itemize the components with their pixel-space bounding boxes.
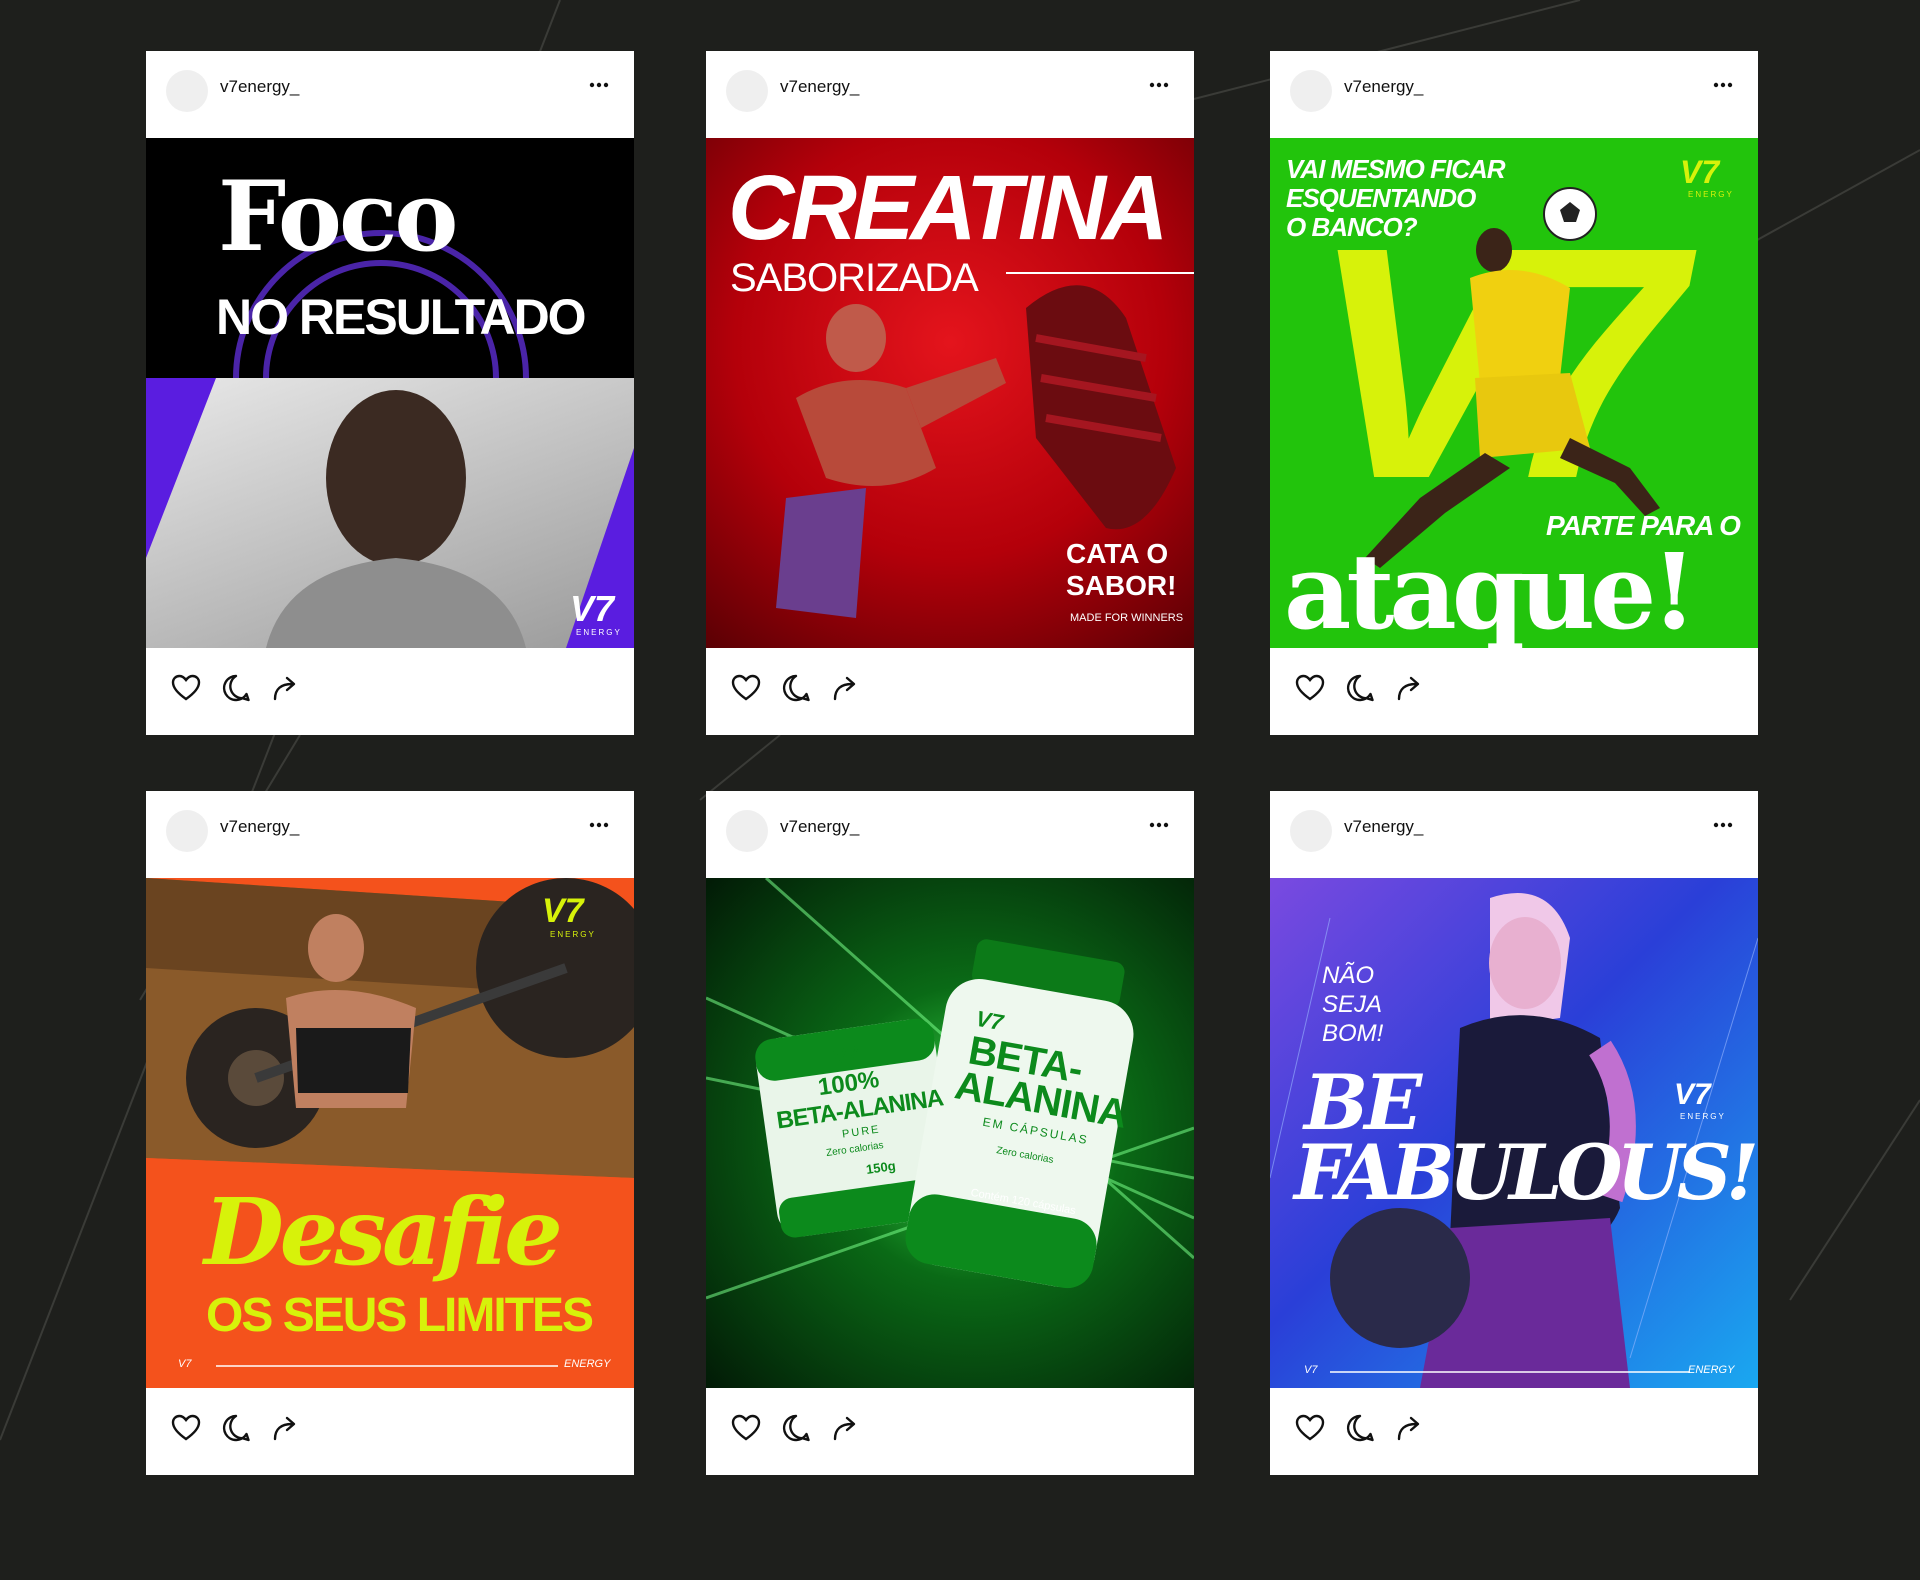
avatar[interactable] (166, 810, 208, 852)
heart-icon[interactable] (1294, 672, 1326, 704)
headline-line-2: FABULOUS! (1294, 1128, 1758, 1217)
post-headline: CREATINA (728, 157, 1168, 259)
question-line-1: VAI MESMO FICAR (1286, 154, 1506, 184)
avatar[interactable] (1290, 810, 1332, 852)
more-icon[interactable] (1148, 78, 1170, 92)
share-icon[interactable] (1394, 672, 1426, 704)
heart-icon[interactable] (170, 672, 202, 704)
comment-icon[interactable] (780, 1412, 812, 1444)
tag-small: MADE FOR WINNERS (1070, 612, 1184, 624)
post-header: v7energy_ (146, 791, 634, 878)
brand-logo: V7 (1680, 154, 1720, 190)
heart-icon[interactable] (730, 1412, 762, 1444)
username[interactable]: v7energy_ (1344, 817, 1423, 837)
avatar[interactable] (726, 70, 768, 112)
post-image[interactable]: V7 VAI MESMO FICAR ESQUENTANDO O BANCO? … (1270, 138, 1758, 648)
post-header: v7energy_ (706, 791, 1194, 878)
share-icon[interactable] (1394, 1412, 1426, 1444)
post-headline: Desafie (204, 1178, 563, 1286)
brand-logo-sub: ENERGY (550, 930, 596, 939)
username[interactable]: v7energy_ (220, 77, 299, 97)
post-card-2: v7energy_ CREATINA SABORIZADA CATA O SAB… (706, 51, 1194, 735)
comment-icon[interactable] (220, 672, 252, 704)
comment-icon[interactable] (1344, 672, 1376, 704)
avatar[interactable] (1290, 70, 1332, 112)
brand-logo-sub: ENERGY (1688, 190, 1734, 199)
more-icon[interactable] (1712, 818, 1734, 832)
brand-logo-sub: ENERGY (576, 628, 622, 637)
post-subheadline: OS SEUS LIMITES (206, 1289, 594, 1342)
footer-right: ENERGY (564, 1358, 611, 1370)
comment-icon[interactable] (220, 1412, 252, 1444)
footer-left: V7 (1304, 1364, 1318, 1376)
post-header: v7energy_ (146, 51, 634, 138)
share-icon[interactable] (270, 672, 302, 704)
tag-line-1: CATA O (1066, 538, 1169, 569)
post-header: v7energy_ (1270, 51, 1758, 138)
post-image[interactable]: CREATINA SABORIZADA CATA O SABOR! MADE F… (706, 138, 1194, 648)
small-line-2: SEJA (1322, 991, 1383, 1018)
small-line-1: NÃO (1322, 962, 1375, 989)
footer-right: ENERGY (1688, 1364, 1735, 1376)
jar1-logo: V7 (830, 1041, 861, 1070)
share-icon[interactable] (830, 672, 862, 704)
small-line-3: BOM! (1322, 1020, 1384, 1047)
post-subheadline: SABORIZADA (730, 256, 979, 300)
post-subheadline: NO RESULTADO (216, 289, 587, 345)
username[interactable]: v7energy_ (1344, 77, 1423, 97)
share-icon[interactable] (270, 1412, 302, 1444)
heart-icon[interactable] (1294, 1412, 1326, 1444)
post-image[interactable]: NÃO SEJA BOM! BE FABULOUS! V7 ENERGY V7 … (1270, 878, 1758, 1388)
share-icon[interactable] (830, 1412, 862, 1444)
more-icon[interactable] (588, 818, 610, 832)
post-card-4: v7energy_ V7 ENERGY Desafie OS SEUS LIMI… (146, 791, 634, 1475)
post-image[interactable]: Foco NO RESULTADO V7 ENERGY (146, 138, 634, 648)
post-actions (1294, 672, 1494, 708)
username[interactable]: v7energy_ (780, 817, 859, 837)
brand-logo: V7 (570, 588, 615, 629)
post-actions (730, 672, 930, 708)
heart-icon[interactable] (730, 672, 762, 704)
post-header: v7energy_ (1270, 791, 1758, 878)
more-icon[interactable] (1148, 818, 1170, 832)
avatar[interactable] (726, 810, 768, 852)
heart-icon[interactable] (170, 1412, 202, 1444)
post-actions (170, 672, 370, 708)
question-line-3: O BANCO? (1286, 212, 1418, 242)
tag-line-2: SABOR! (1066, 570, 1177, 601)
brand-logo: V7 (542, 892, 584, 930)
post-card-5: v7energy_ V7 100% BETA-ALANINA PURE Zero… (706, 791, 1194, 1475)
post-card-1: v7energy_ Foco NO RESULTADO V7 ENERGY (146, 51, 634, 735)
footer-left: V7 (178, 1358, 192, 1370)
post-actions (1294, 1412, 1494, 1448)
comment-icon[interactable] (1344, 1412, 1376, 1444)
more-icon[interactable] (1712, 78, 1734, 92)
post-card-6: v7energy_ NÃO SEJA BOM! BE FABULOUS! V7 … (1270, 791, 1758, 1475)
post-image[interactable]: V7 ENERGY Desafie OS SEUS LIMITES V7 ENE… (146, 878, 634, 1388)
comment-icon[interactable] (780, 672, 812, 704)
post-actions (730, 1412, 930, 1448)
username[interactable]: v7energy_ (220, 817, 299, 837)
more-icon[interactable] (588, 78, 610, 92)
brand-logo: V7 (1674, 1078, 1711, 1111)
post-headline: ataque! (1284, 530, 1697, 648)
post-headline: Foco (218, 160, 458, 273)
post-header: v7energy_ (706, 51, 1194, 138)
question-line-2: ESQUENTANDO (1286, 183, 1476, 213)
avatar[interactable] (166, 70, 208, 112)
post-card-3: v7energy_ V7 VAI MESMO FICAR ESQUENTANDO… (1270, 51, 1758, 735)
post-actions (170, 1412, 370, 1448)
username[interactable]: v7energy_ (780, 77, 859, 97)
brand-logo-sub: ENERGY (1680, 1112, 1726, 1121)
post-image[interactable]: V7 100% BETA-ALANINA PURE Zero calorias … (706, 878, 1194, 1388)
